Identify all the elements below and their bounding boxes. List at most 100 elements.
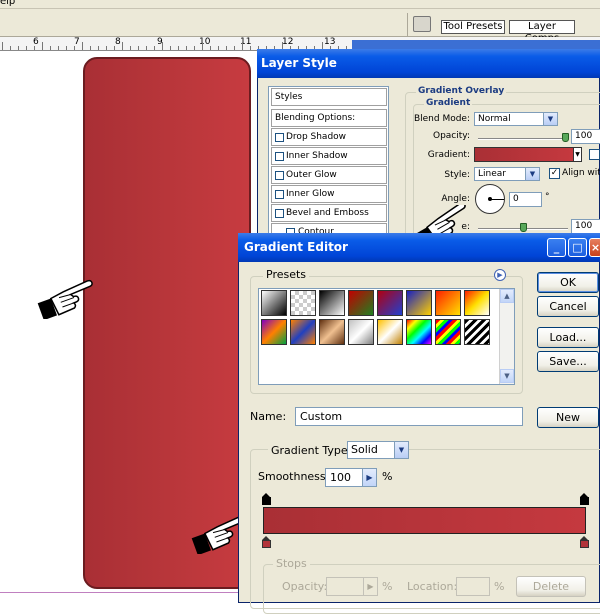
ruler-tick xyxy=(234,46,235,50)
tab-tool-presets[interactable]: Tool Presets xyxy=(441,20,505,34)
stop-location-unit: % xyxy=(494,580,505,593)
stop-opacity-field[interactable] xyxy=(326,577,364,596)
name-input[interactable]: Custom xyxy=(295,407,523,426)
ok-button[interactable]: OK xyxy=(537,272,599,293)
minimize-button[interactable]: _ xyxy=(547,238,566,257)
inner-glow-checkbox[interactable] xyxy=(275,190,284,199)
new-button[interactable]: New xyxy=(537,407,599,428)
background-window-titlebar xyxy=(352,40,600,49)
angle-dial[interactable] xyxy=(475,184,505,214)
gradient-type-select[interactable]: Solid ▼ xyxy=(347,441,409,459)
drop-shadow-checkbox[interactable] xyxy=(275,133,284,142)
chevron-down-icon[interactable]: ▼ xyxy=(573,147,582,162)
layer-style-title-bar[interactable]: Layer Style xyxy=(257,49,600,78)
preset-swatch[interactable] xyxy=(319,290,345,316)
gradient-editor-title-bar[interactable]: Gradient Editor xyxy=(238,233,600,262)
style-label: Style: xyxy=(444,170,470,180)
opacity-field[interactable]: 100 xyxy=(571,129,600,144)
ruler-tick xyxy=(194,46,195,50)
angle-label: Angle: xyxy=(441,194,470,204)
delete-button[interactable]: Delete xyxy=(516,576,586,597)
angle-field[interactable]: 0 xyxy=(509,192,542,207)
palette-well-icon[interactable] xyxy=(413,16,431,32)
chevron-down-icon: ▼ xyxy=(543,113,557,125)
style-list-item-inner-shadow[interactable]: Inner Shadow xyxy=(271,147,387,165)
preset-swatch[interactable] xyxy=(406,290,432,316)
preset-swatch[interactable] xyxy=(377,319,403,345)
style-list-item-drop-shadow[interactable]: Drop Shadow xyxy=(271,128,387,146)
help-menu-fragment[interactable]: elp xyxy=(0,0,15,7)
align-label: Align with xyxy=(562,168,600,178)
ruler-tick xyxy=(34,46,35,50)
preset-swatch[interactable] xyxy=(290,319,316,345)
align-checkbox[interactable]: ✓ xyxy=(549,168,560,179)
ruler-tick xyxy=(114,46,115,50)
style-list-item-inner-glow[interactable]: Inner Glow xyxy=(271,185,387,203)
scale-field[interactable]: 100 xyxy=(571,219,600,234)
maximize-button[interactable]: □ xyxy=(568,238,587,257)
ruler-tick xyxy=(250,46,251,50)
opacity-stop-left[interactable] xyxy=(262,493,271,505)
gradient-swatch[interactable] xyxy=(474,147,574,162)
stop-location-field[interactable] xyxy=(456,577,490,596)
chevron-right-icon[interactable]: ▶ xyxy=(363,577,378,596)
smoothness-unit: % xyxy=(382,470,393,483)
reverse-checkbox[interactable] xyxy=(589,149,600,160)
opacity-slider-thumb[interactable] xyxy=(562,133,569,142)
style-list-item-styles[interactable]: Styles xyxy=(271,88,387,106)
stop-opacity-label: Opacity: xyxy=(282,580,328,593)
preset-swatch[interactable] xyxy=(261,290,287,316)
scroll-down-icon[interactable]: ▼ xyxy=(500,369,514,383)
tab-layer-comps[interactable]: Layer Comps xyxy=(509,20,575,44)
chevron-right-icon[interactable]: ▶ xyxy=(362,468,377,487)
preset-swatch[interactable] xyxy=(435,290,461,316)
smoothness-field[interactable]: 100 xyxy=(325,468,363,487)
preset-swatch[interactable] xyxy=(464,290,490,316)
load-button[interactable]: Load... xyxy=(537,327,599,348)
presets-scrollbar[interactable]: ▲ ▼ xyxy=(499,289,514,384)
presets-menu-icon[interactable]: ▶ xyxy=(494,269,506,281)
list-item-label: Outer Glow xyxy=(286,170,337,180)
preset-swatch[interactable] xyxy=(319,319,345,345)
save-button[interactable]: Save... xyxy=(537,351,599,372)
cancel-button[interactable]: Cancel xyxy=(537,296,599,317)
preset-swatch[interactable] xyxy=(435,319,461,345)
style-select[interactable]: Linear ▼ xyxy=(474,167,540,181)
opacity-slider-track[interactable] xyxy=(478,138,568,140)
gradient-type-label: Gradient Type: xyxy=(268,444,355,457)
gradient-preview-bar[interactable] xyxy=(263,507,586,534)
ruler-tick xyxy=(26,46,27,50)
rounded-rectangle-shape[interactable] xyxy=(83,57,251,589)
ruler-label: 12 xyxy=(282,37,294,47)
preset-swatch[interactable] xyxy=(261,319,287,345)
opacity-stop-right[interactable] xyxy=(580,493,589,505)
blend-mode-select[interactable]: Normal ▼ xyxy=(474,112,558,126)
preset-swatch[interactable] xyxy=(348,290,374,316)
preset-swatch[interactable] xyxy=(464,319,490,345)
chevron-down-icon: ▼ xyxy=(525,168,539,180)
preset-swatch[interactable] xyxy=(406,319,432,345)
ruler-tick xyxy=(210,46,211,50)
scale-slider-thumb[interactable] xyxy=(520,223,527,232)
outer-glow-checkbox[interactable] xyxy=(275,171,284,180)
preset-swatch[interactable] xyxy=(377,290,403,316)
ruler-tick xyxy=(170,46,171,50)
close-button[interactable]: × xyxy=(589,238,600,257)
preset-swatch[interactable] xyxy=(290,290,316,316)
style-list-item-outer-glow[interactable]: Outer Glow xyxy=(271,166,387,184)
ruler-label: 8 xyxy=(115,37,121,47)
inner-shadow-checkbox[interactable] xyxy=(275,152,284,161)
name-label: Name: xyxy=(250,410,287,423)
ruler-tick xyxy=(50,46,51,50)
list-item-label: Bevel and Emboss xyxy=(286,208,369,218)
scroll-up-icon[interactable]: ▲ xyxy=(500,289,514,303)
style-list-item-bevel-emboss[interactable]: Bevel and Emboss xyxy=(271,204,387,222)
color-stop-right[interactable] xyxy=(580,536,589,548)
ruler-tick xyxy=(10,46,11,50)
bevel-emboss-checkbox[interactable] xyxy=(275,209,284,218)
chevron-down-icon: ▼ xyxy=(394,442,408,458)
preset-swatch[interactable] xyxy=(348,319,374,345)
color-stop-left[interactable] xyxy=(262,536,271,548)
style-list-item-blending-options[interactable]: Blending Options: Default xyxy=(271,109,387,139)
blend-mode-label: Blend Mode: xyxy=(413,114,470,124)
